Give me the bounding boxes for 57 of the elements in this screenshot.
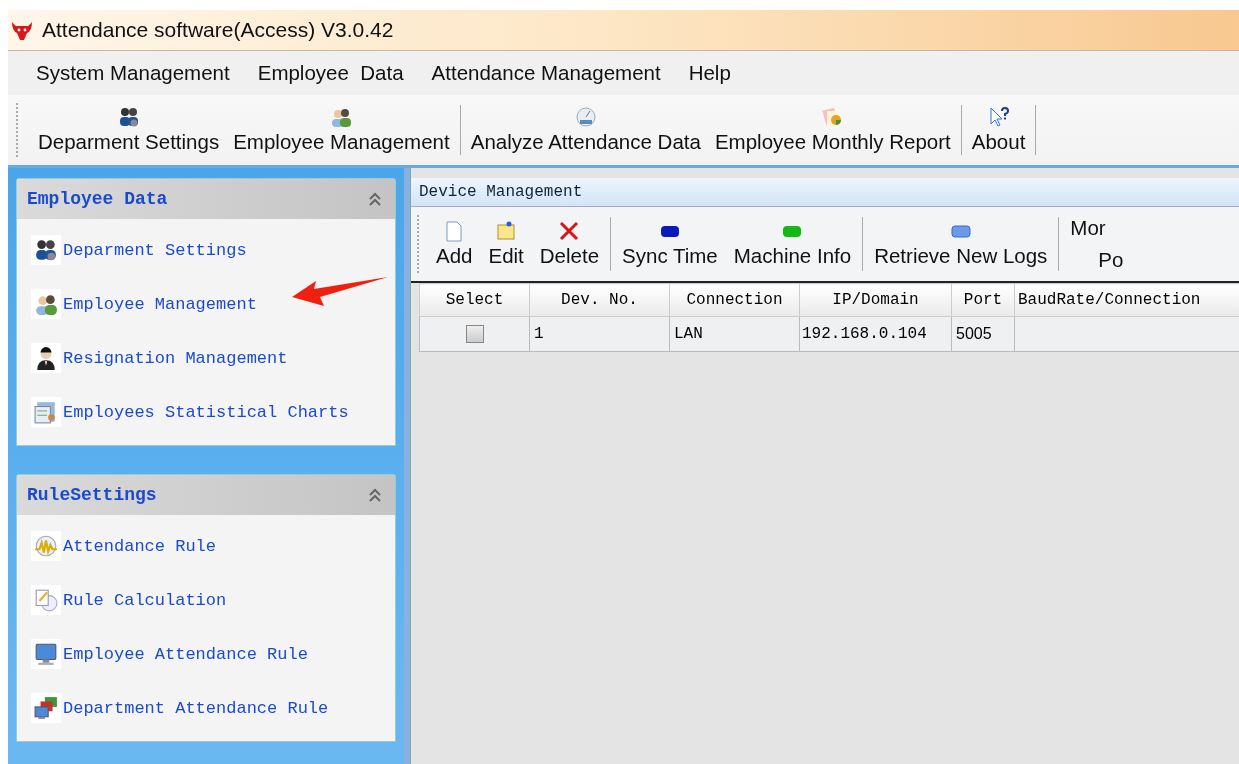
people-icon [31,235,61,265]
table-cell: 5005 [951,316,1015,352]
toolbar-button[interactable]: Edit [480,207,532,281]
people-icon [31,289,61,319]
toolbar-button[interactable]: Retrieve New Logs [866,207,1056,281]
sidebar-item[interactable]: Rule Calculation [17,573,395,627]
toolbar-button[interactable]: Analyze Attendance Data [463,95,708,165]
sidebar-item[interactable]: Department Attendance Rule [17,681,395,735]
monitors-icon [31,693,61,723]
notepad-icon [31,585,61,615]
sidebar-item[interactable]: Deparment Settings [17,223,395,277]
monitor-icon [31,639,61,669]
sidebar-item[interactable]: Employees Statistical Charts [17,385,395,439]
menu-item[interactable]: Help [678,57,741,89]
people-icon [330,106,353,128]
collapse-icon [367,487,383,503]
table-cell: LAN [669,316,800,352]
panel-title: Employee Data [27,189,168,209]
toolbar-button[interactable]: Employee Management [226,95,457,165]
sidebar-item[interactable]: Employee Attendance Rule [17,627,395,681]
column-header[interactable]: Select [419,283,530,317]
toolbar-button[interactable]: Delete [531,207,608,281]
column-header[interactable]: Connection [669,283,800,317]
toolbar-button[interactable]: Deparment Settings [31,95,227,165]
wave-gauge-icon [31,531,61,561]
collapse-icon [367,191,383,207]
toolbar-button[interactable]: Sync Time [614,207,726,281]
sidebar-item[interactable]: Attendance Rule [17,519,395,573]
column-header[interactable]: BaudRate/Connection [1014,283,1239,317]
panel-title: Device Management [419,183,583,201]
panel-title: RuleSettings [27,485,157,505]
toolbar-label[interactable]: Po [1070,248,1124,272]
menu-item[interactable]: System Management [26,57,240,89]
window-title: Attendance software(Access) V3.0.42 [42,18,394,42]
chart-window-icon [31,397,61,427]
close-icon [558,220,581,242]
toolbar-button[interactable]: Add [428,207,481,281]
toolbar-label[interactable]: Mor [1070,216,1124,240]
table-cell: 192.168.0.104 [799,316,952,352]
gauge-icon [574,106,597,128]
menu-item[interactable]: Employee Data [247,57,414,89]
toolbar-button[interactable]: About [964,95,1033,165]
note-icon [495,220,518,242]
sidebar-item[interactable]: Employee Management [17,277,395,331]
help-cursor-icon [987,106,1010,128]
column-header[interactable]: Dev. No. [529,283,670,317]
person-icon [31,343,61,373]
toolbar-button[interactable]: Machine Info [725,207,860,281]
column-header[interactable]: IP/Domain [799,283,952,317]
toolbar-button[interactable]: Employee Monthly Report [707,95,958,165]
people-icon [117,106,140,128]
report-icon [821,106,844,128]
sidebar-item[interactable]: Resignation Management [17,331,395,385]
column-header[interactable]: Port [951,283,1015,317]
menu-item[interactable]: Attendance Management [421,57,671,89]
table-cell: 1 [529,316,670,352]
checkbox[interactable] [465,325,484,343]
